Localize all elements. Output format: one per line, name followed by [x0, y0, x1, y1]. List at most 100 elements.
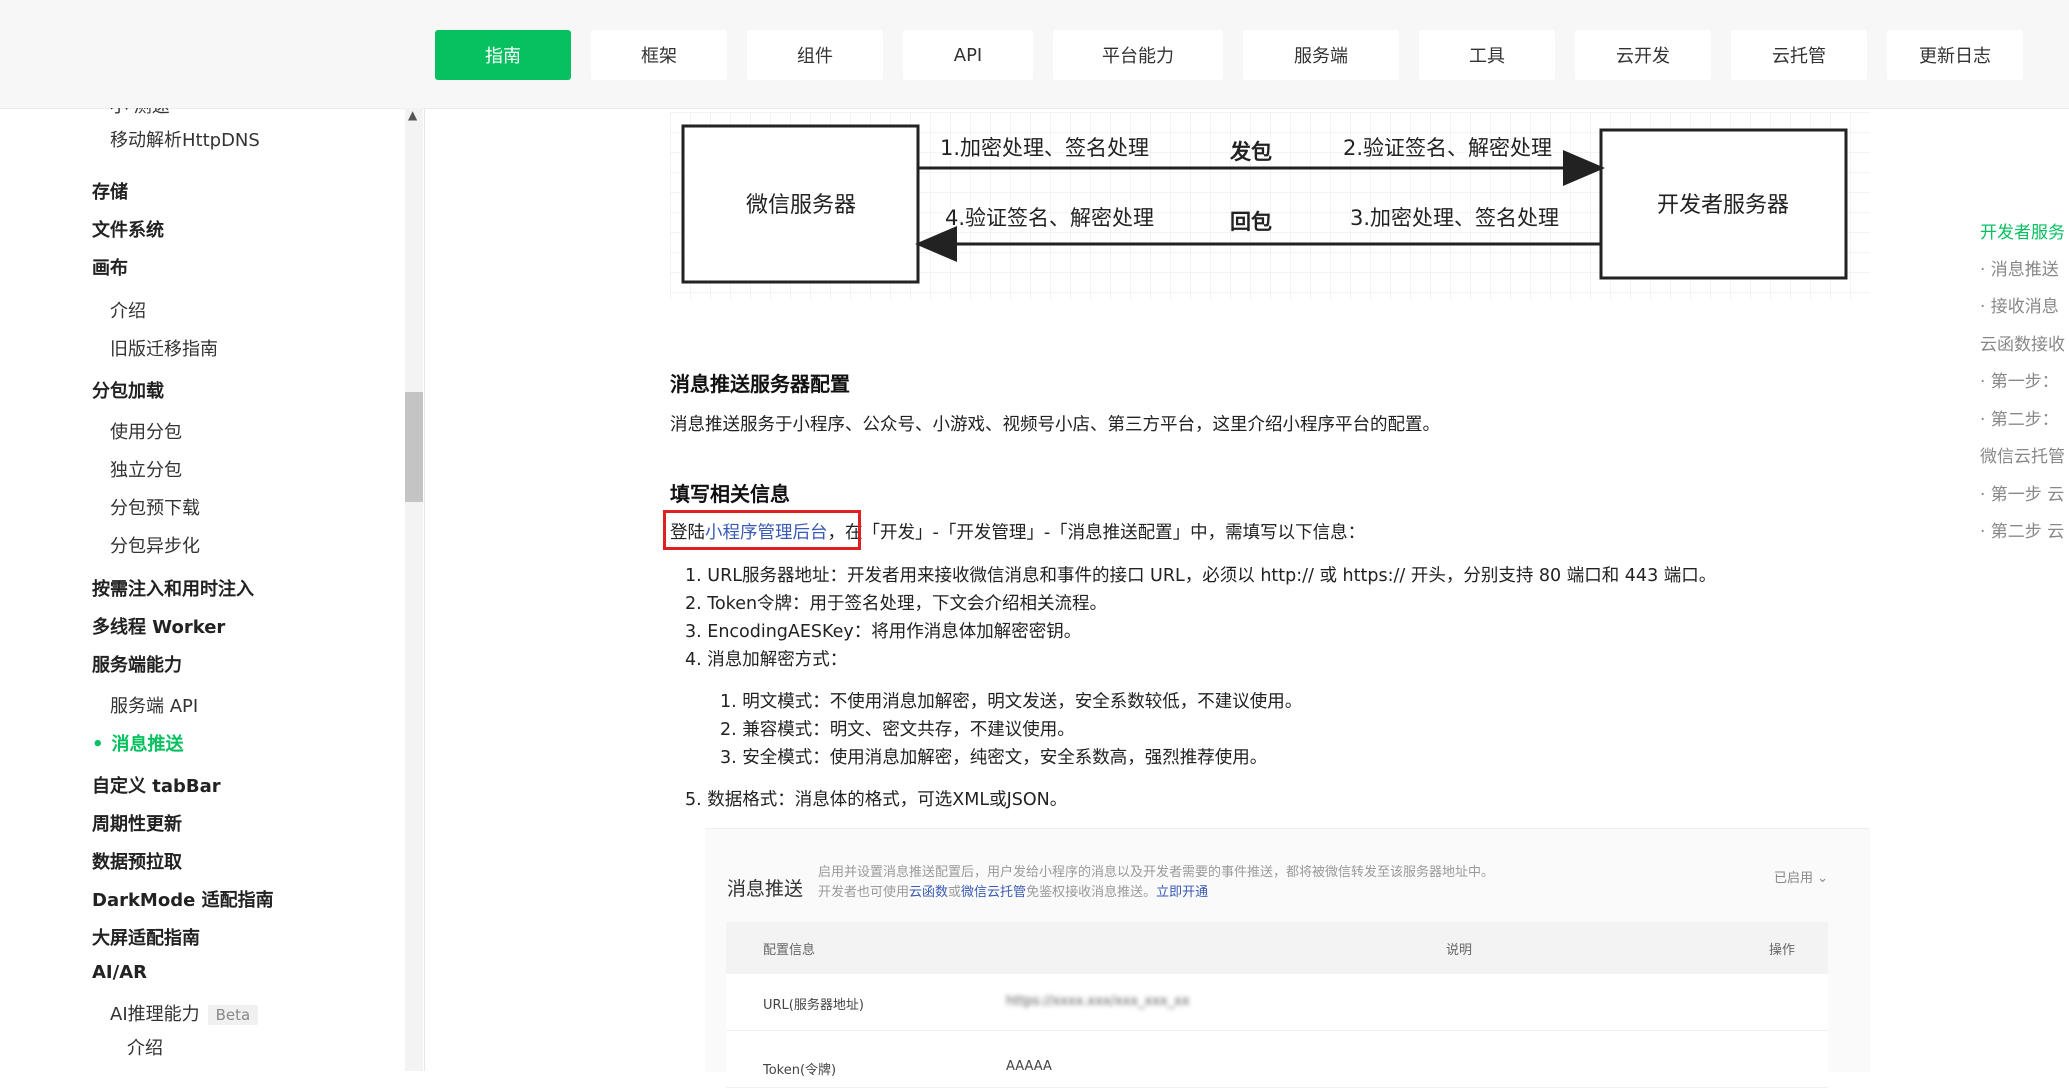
- card-description: 启用并设置消息推送配置后，用户发给小程序的消息以及开发者需要的事件推送，都将被微…: [818, 865, 1495, 880]
- sidebar-item-label: 多线程 Worker: [92, 617, 226, 638]
- th-op: 操作: [1769, 943, 1796, 958]
- th-config: 配置信息: [763, 943, 816, 958]
- sublist-item: 3. 安全模式：使用消息加解密，纯密文，安全系数高，强烈推荐使用。: [720, 748, 1268, 768]
- tab-nav-5[interactable]: 服务端: [1243, 30, 1399, 80]
- sidebar-item[interactable]: 介绍: [110, 297, 146, 323]
- desc-text: 免鉴权接收消息推送。: [1026, 885, 1157, 900]
- bottom-mid-label: 回包: [1230, 210, 1272, 234]
- tab-nav-8[interactable]: 云托管: [1731, 30, 1867, 80]
- right-box-label: 开发者服务器: [1657, 193, 1789, 218]
- heading-server-config: 消息推送服务器配置: [670, 372, 850, 396]
- sidebar-item[interactable]: 按需注入和用时注入: [92, 575, 254, 601]
- list-item: 5. 数据格式：消息体的格式，可选XML或JSON。: [685, 790, 1068, 810]
- sidebar-scrollbar[interactable]: [405, 108, 423, 1071]
- scroll-up-arrow-icon[interactable]: ▲: [408, 108, 417, 122]
- sidebar-item[interactable]: AI推理能力 Beta: [110, 1000, 259, 1026]
- sublist-item: 1. 明文模式：不使用消息加解密，明文发送，安全系数较低，不建议使用。: [720, 692, 1303, 712]
- row-label: Token(令牌): [763, 1063, 837, 1078]
- toc-item[interactable]: · 第二步 云: [1980, 517, 2064, 542]
- row-value-blurred: https://xxxx.xxx/xxx_xxx_xx: [1006, 994, 1190, 1009]
- sidebar-item-label: 独立分包: [110, 460, 182, 481]
- status-dropdown[interactable]: 已启用 ⌄: [1774, 867, 1828, 886]
- sidebar-item-label: DarkMode 适配指南: [92, 890, 274, 911]
- list-item: 2. Token令牌：用于签名处理，下文会介绍相关流程。: [685, 594, 1108, 614]
- sidebar-item-label: 旧版迁移指南: [110, 339, 218, 360]
- sidebar-item-label: 服务端 API: [110, 696, 199, 717]
- sidebar-item[interactable]: 独立分包: [110, 456, 182, 482]
- toc-item[interactable]: 开发者服务: [1980, 218, 2065, 243]
- sidebar-item[interactable]: 周期性更新: [92, 810, 182, 836]
- sidebar-item-label: 文件系统: [92, 220, 164, 241]
- tab-nav-0[interactable]: 指南: [435, 30, 571, 80]
- sidebar-item[interactable]: 移动解析HttpDNS: [110, 126, 260, 152]
- toc-item[interactable]: · 消息推送: [1980, 255, 2059, 280]
- toc-item[interactable]: · 第二步：: [1980, 405, 2059, 430]
- tab-nav-3[interactable]: API: [903, 30, 1033, 80]
- sidebar-item[interactable]: 使用分包: [110, 418, 182, 444]
- toc-item[interactable]: · 第一步 云: [1980, 480, 2064, 505]
- sidebar-item[interactable]: 画布: [92, 254, 128, 280]
- desc-text: 开发者也可使用: [818, 885, 910, 900]
- sidebar-item[interactable]: 大屏适配指南: [92, 924, 200, 950]
- sidebar-item[interactable]: 自定义 tabBar: [92, 772, 221, 798]
- heading-fill-info: 填写相关信息: [670, 482, 790, 506]
- table-row: URL(服务器地址) https://xxxx.xxx/xxx_xxx_xx: [726, 974, 1828, 1031]
- list-item: 4. 消息加解密方式：: [685, 650, 848, 670]
- row-label: URL(服务器地址): [763, 998, 864, 1013]
- sidebar-item-label: 画布: [92, 258, 128, 279]
- toc-item[interactable]: 云函数接收: [1980, 330, 2065, 355]
- enable-now-link[interactable]: 立即开通: [1156, 885, 1208, 900]
- sidebar-item[interactable]: 介绍: [127, 1034, 163, 1060]
- sidebar-item[interactable]: 分包加载: [92, 377, 164, 403]
- sidebar-item[interactable]: DarkMode 适配指南: [92, 886, 274, 912]
- top-left-label: 1.加密处理、签名处理: [940, 136, 1149, 160]
- sidebar-scroll-thumb[interactable]: [405, 392, 423, 502]
- tab-nav-9[interactable]: 更新日志: [1887, 30, 2023, 80]
- list-item: 3. EncodingAESKey：将用作消息体加解密密钥。: [685, 622, 1082, 642]
- tab-nav-1[interactable]: 框架: [591, 30, 727, 80]
- top-navbar: 指南 框架 组件 API 平台能力 服务端 工具 云开发 云托管 更新日志: [0, 0, 2069, 109]
- table-header: 配置信息 说明 操作: [726, 922, 1828, 974]
- list-item: 1. URL服务器地址：开发者用来接收微信消息和事件的接口 URL，必须以 ht…: [685, 566, 1717, 586]
- tab-nav-4[interactable]: 平台能力: [1053, 30, 1223, 80]
- sidebar-item-label: 使用分包: [110, 422, 182, 443]
- tab-nav-2[interactable]: 组件: [747, 30, 883, 80]
- tab-nav-6[interactable]: 工具: [1419, 30, 1555, 80]
- tab-nav-7[interactable]: 云开发: [1575, 30, 1711, 80]
- sidebar-item-label: 周期性更新: [92, 814, 182, 835]
- row-value: AAAAA: [1006, 1059, 1052, 1074]
- toc-item[interactable]: · 第一步：: [1980, 367, 2059, 392]
- sidebar-item[interactable]: 多线程 Worker: [92, 613, 225, 639]
- sidebar-item-partial[interactable]: 小 测速: [110, 108, 170, 118]
- bottom-right-label: 3.加密处理、签名处理: [1350, 206, 1559, 230]
- sidebar-item[interactable]: AI/AR: [92, 962, 147, 983]
- cloud-function-link[interactable]: 云函数: [909, 885, 948, 900]
- sidebar-item[interactable]: 存储: [92, 178, 128, 204]
- bottom-left-label: 4.验证签名、解密处理: [945, 206, 1154, 230]
- sidebar-item[interactable]: 消息推送: [92, 730, 184, 756]
- th-desc: 说明: [1446, 943, 1473, 958]
- chevron-down-icon: ⌄: [1817, 871, 1828, 886]
- sidebar-item[interactable]: 服务端能力: [92, 651, 182, 677]
- sidebar-item-label: 服务端能力: [92, 655, 182, 676]
- sidebar-item-label: 数据预拉取: [92, 852, 182, 873]
- sidebar-item[interactable]: 旧版迁移指南: [110, 335, 218, 361]
- cloud-hosting-link[interactable]: 微信云托管: [961, 885, 1026, 900]
- top-mid-label: 发包: [1229, 140, 1272, 164]
- card-title: 消息推送: [727, 878, 804, 900]
- sidebar-item[interactable]: 分包异步化: [110, 532, 200, 558]
- toc-item[interactable]: 微信云托管: [1980, 442, 2065, 467]
- sidebar-item-label: 自定义 tabBar: [92, 776, 221, 797]
- sidebar-item[interactable]: 数据预拉取: [92, 848, 182, 874]
- card-description-2: 开发者也可使用云函数或微信云托管免鉴权接收消息推送。立即开通: [818, 881, 1208, 900]
- sidebar-item-label: 移动解析HttpDNS: [110, 130, 260, 151]
- sidebar-item[interactable]: 分包预下载: [110, 494, 200, 520]
- sidebar-item-label: 分包预下载: [110, 498, 200, 519]
- main-nav: 指南 框架 组件 API 平台能力 服务端 工具 云开发 云托管 更新日志: [435, 30, 2023, 80]
- paragraph-server-config: 消息推送服务于小程序、公众号、小游戏、视频号小店、第三方平台，这里介绍小程序平台…: [670, 415, 1440, 435]
- sidebar-item[interactable]: 服务端 API: [110, 692, 198, 718]
- beta-badge: Beta: [207, 1005, 259, 1025]
- sidebar-item[interactable]: 文件系统: [92, 216, 164, 242]
- left-box-label: 微信服务器: [746, 193, 856, 218]
- toc-item[interactable]: · 接收消息: [1980, 292, 2059, 317]
